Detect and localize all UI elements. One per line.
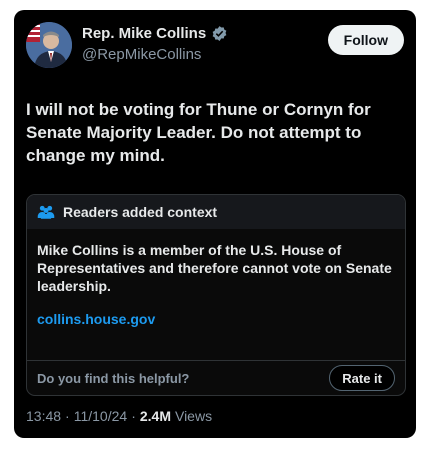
tweet-card: Rep. Mike Collins @RepMikeCollins Follow…: [14, 10, 416, 438]
community-note-title: Readers added context: [63, 204, 218, 220]
rate-it-button[interactable]: Rate it: [329, 365, 395, 391]
community-note: Readers added context Mike Collins is a …: [26, 194, 406, 396]
community-note-header: Readers added context: [27, 195, 405, 229]
author-display-name[interactable]: Rep. Mike Collins: [82, 25, 206, 42]
tweet-meta: 13:48 · 11/10/24 · 2.4M Views: [26, 408, 212, 424]
views-count: 2.4M: [139, 408, 171, 424]
community-note-body: Mike Collins is a member of the U.S. Hou…: [37, 242, 392, 294]
tweet-date[interactable]: 11/10/24: [74, 408, 127, 424]
author-handle[interactable]: @RepMikeCollins: [82, 46, 201, 63]
tweet-time[interactable]: 13:48: [26, 408, 61, 424]
avatar[interactable]: [26, 22, 72, 68]
community-note-rating: Do you find this helpful? Rate it: [27, 360, 405, 395]
follow-button[interactable]: Follow: [327, 25, 404, 55]
tweet-text: I will not be voting for Thune or Cornyn…: [26, 100, 371, 165]
views-label: Views: [174, 408, 213, 424]
author-name-row[interactable]: Rep. Mike Collins: [82, 25, 228, 42]
verified-badge-icon: [212, 26, 227, 41]
community-note-source-link[interactable]: collins.house.gov: [37, 311, 395, 327]
people-icon: [37, 205, 55, 219]
avatar-photo: [26, 22, 72, 68]
helpful-prompt: Do you find this helpful?: [37, 370, 190, 386]
meta-separator: ·: [131, 408, 136, 424]
meta-separator: ·: [65, 408, 70, 424]
